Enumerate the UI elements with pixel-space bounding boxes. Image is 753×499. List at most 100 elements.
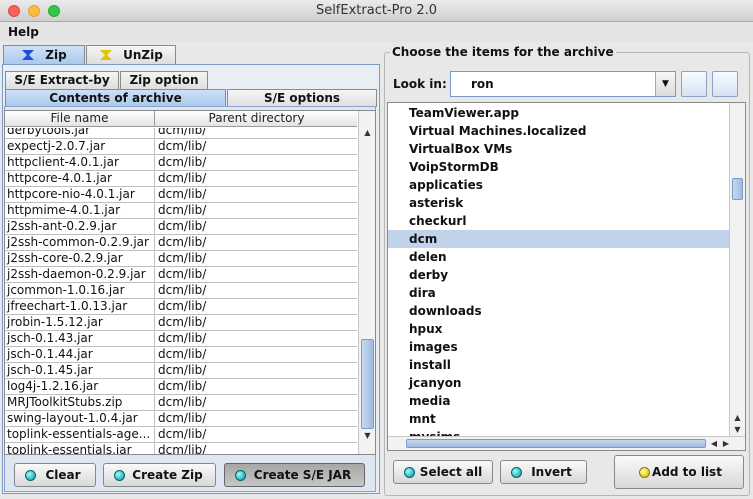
parent-directory-cell: dcm/lib/ — [158, 235, 207, 249]
file-name-cell: httpcore-nio-4.0.1.jar — [5, 187, 155, 203]
table-row[interactable]: expectj-2.0.7.jar dcm/lib/ — [5, 139, 357, 155]
parent-directory-cell: dcm/lib/ — [158, 128, 207, 137]
table-row[interactable]: MRJToolkitStubs.zip dcm/lib/ — [5, 395, 357, 411]
file-name-cell: httpmime-4.0.1.jar — [5, 203, 155, 219]
scroll-down-icon[interactable]: ▼ — [359, 430, 375, 442]
parent-directory-cell: dcm/lib/ — [158, 299, 207, 313]
scroll-right-icon[interactable]: ▶ — [720, 437, 732, 450]
table-scroll-thumb[interactable] — [361, 339, 374, 429]
new-folder-button[interactable] — [712, 71, 738, 97]
menu-help[interactable]: Help — [8, 25, 39, 39]
table-row[interactable]: jsch-0.1.43.jar dcm/lib/ — [5, 331, 357, 347]
scroll-left-icon[interactable]: ◀ — [708, 437, 720, 450]
scroll-down-icon[interactable]: ▼ — [730, 424, 745, 436]
file-name-cell: jsch-0.1.44.jar — [5, 347, 155, 363]
table-row[interactable]: jrobin-1.5.12.jar dcm/lib/ — [5, 315, 357, 331]
parent-directory-cell: dcm/lib/ — [158, 427, 207, 441]
chevron-down-icon[interactable]: ▼ — [655, 72, 675, 96]
list-item[interactable]: checkurl — [388, 212, 729, 230]
table-row[interactable]: jsch-0.1.44.jar dcm/lib/ — [5, 347, 357, 363]
look-in-combo[interactable]: ron ▼ — [450, 71, 676, 97]
up-folder-button[interactable] — [681, 71, 707, 97]
create-se-jar-button[interactable]: Create S/E JAR — [224, 463, 365, 487]
list-item[interactable]: asterisk — [388, 194, 729, 212]
select-all-button[interactable]: Select all — [393, 460, 493, 484]
file-list-vertical-scrollbar[interactable]: ▲ ▼ — [729, 103, 745, 436]
parent-directory-cell: dcm/lib/ — [158, 395, 207, 409]
parent-directory-cell: dcm/lib/ — [158, 187, 207, 201]
tab-se-extract-by[interactable]: S/E Extract-by — [5, 71, 119, 89]
file-name-cell: jcommon-1.0.16.jar — [5, 283, 155, 299]
chooser-group-title: Choose the items for the archive — [390, 45, 616, 59]
tab-zip[interactable]: Zip — [3, 45, 85, 65]
column-header-parent-directory[interactable]: Parent directory — [156, 111, 357, 127]
file-name-cell: j2ssh-ant-0.2.9.jar — [5, 219, 155, 235]
list-item[interactable]: jcanyon — [388, 374, 729, 392]
table-row[interactable]: toplink-essentials.jar dcm/lib/ — [5, 443, 357, 454]
table-row[interactable]: httpcore-nio-4.0.1.jar dcm/lib/ — [5, 187, 357, 203]
list-item[interactable]: images — [388, 338, 729, 356]
list-item[interactable]: dira — [388, 284, 729, 302]
table-vertical-scrollbar[interactable]: ▲ ▼ — [358, 111, 375, 454]
window-title: SelfExtract-Pro 2.0 — [315, 3, 438, 18]
table-row[interactable]: httpcore-4.0.1.jar dcm/lib/ — [5, 171, 357, 187]
list-item[interactable]: dcm — [388, 230, 729, 248]
file-name-cell: derbytools.jar — [5, 128, 155, 139]
list-item[interactable]: applicaties — [388, 176, 729, 194]
file-name-cell: jsch-0.1.43.jar — [5, 331, 155, 347]
archive-table: File name Parent directory derbytools.ja… — [4, 110, 376, 455]
look-in-value: ron — [471, 77, 494, 91]
list-item[interactable]: downloads — [388, 302, 729, 320]
list-item[interactable]: Virtual Machines.localized — [388, 122, 729, 140]
tab-unzip[interactable]: UnZip — [86, 45, 176, 65]
table-row[interactable]: httpclient-4.0.1.jar dcm/lib/ — [5, 155, 357, 171]
file-name-cell: jsch-0.1.45.jar — [5, 363, 155, 379]
invert-button[interactable]: Invert — [500, 460, 587, 484]
parent-directory-cell: dcm/lib/ — [158, 203, 207, 217]
add-to-list-button-label: Add to list — [652, 465, 722, 479]
table-row[interactable]: jcommon-1.0.16.jar dcm/lib/ — [5, 283, 357, 299]
table-row[interactable]: swing-layout-1.0.4.jar dcm/lib/ — [5, 411, 357, 427]
clear-button[interactable]: Clear — [14, 463, 96, 487]
add-to-list-button[interactable]: Add to list — [614, 455, 744, 489]
parent-directory-cell: dcm/lib/ — [158, 251, 207, 265]
file-name-cell: jfreechart-1.0.13.jar — [5, 299, 155, 315]
table-row[interactable]: toplink-essentials-age... dcm/lib/ — [5, 427, 357, 443]
file-list-h-scroll-thumb[interactable] — [406, 439, 706, 448]
list-item[interactable]: install — [388, 356, 729, 374]
file-name-cell: expectj-2.0.7.jar — [5, 139, 155, 155]
parent-directory-cell: dcm/lib/ — [158, 347, 207, 361]
list-item[interactable]: derby — [388, 266, 729, 284]
column-header-file-name[interactable]: File name — [5, 111, 155, 127]
list-item[interactable]: hpux — [388, 320, 729, 338]
table-row[interactable]: j2ssh-common-0.2.9.jar dcm/lib/ — [5, 235, 357, 251]
table-row[interactable]: log4j-1.2.16.jar dcm/lib/ — [5, 379, 357, 395]
list-item[interactable]: media — [388, 392, 729, 410]
table-row[interactable]: j2ssh-ant-0.2.9.jar dcm/lib/ — [5, 219, 357, 235]
list-item[interactable]: mnt — [388, 410, 729, 428]
list-item[interactable]: VoipStormDB — [388, 158, 729, 176]
list-item[interactable]: TeamViewer.app — [388, 104, 729, 122]
bullet-icon — [25, 470, 36, 481]
scroll-up-icon[interactable]: ▲ — [730, 412, 745, 424]
parent-directory-cell: dcm/lib/ — [158, 315, 207, 329]
tab-se-options[interactable]: S/E options — [227, 89, 377, 107]
file-list-horizontal-scrollbar[interactable]: ◀ ▶ — [388, 436, 745, 450]
table-row[interactable]: derbytools.jar dcm/lib/ — [5, 128, 357, 139]
create-zip-button[interactable]: Create Zip — [103, 463, 216, 487]
list-item[interactable]: VirtualBox VMs — [388, 140, 729, 158]
file-list-scroll-thumb[interactable] — [732, 178, 743, 200]
table-row[interactable]: j2ssh-daemon-0.2.9.jar dcm/lib/ — [5, 267, 357, 283]
bullet-icon — [511, 467, 522, 478]
table-row[interactable]: j2ssh-core-0.2.9.jar dcm/lib/ — [5, 251, 357, 267]
list-item[interactable]: delen — [388, 248, 729, 266]
table-row[interactable]: jsch-0.1.45.jar dcm/lib/ — [5, 363, 357, 379]
tab-unzip-label: UnZip — [123, 48, 163, 62]
parent-directory-cell: dcm/lib/ — [158, 267, 207, 281]
title-bar: SelfExtract-Pro 2.0 — [0, 0, 753, 22]
tab-zip-option[interactable]: Zip option — [120, 71, 208, 89]
table-row[interactable]: httpmime-4.0.1.jar dcm/lib/ — [5, 203, 357, 219]
tab-contents-of-archive[interactable]: Contents of archive — [5, 89, 226, 107]
scroll-up-icon[interactable]: ▲ — [359, 127, 375, 139]
table-row[interactable]: jfreechart-1.0.13.jar dcm/lib/ — [5, 299, 357, 315]
